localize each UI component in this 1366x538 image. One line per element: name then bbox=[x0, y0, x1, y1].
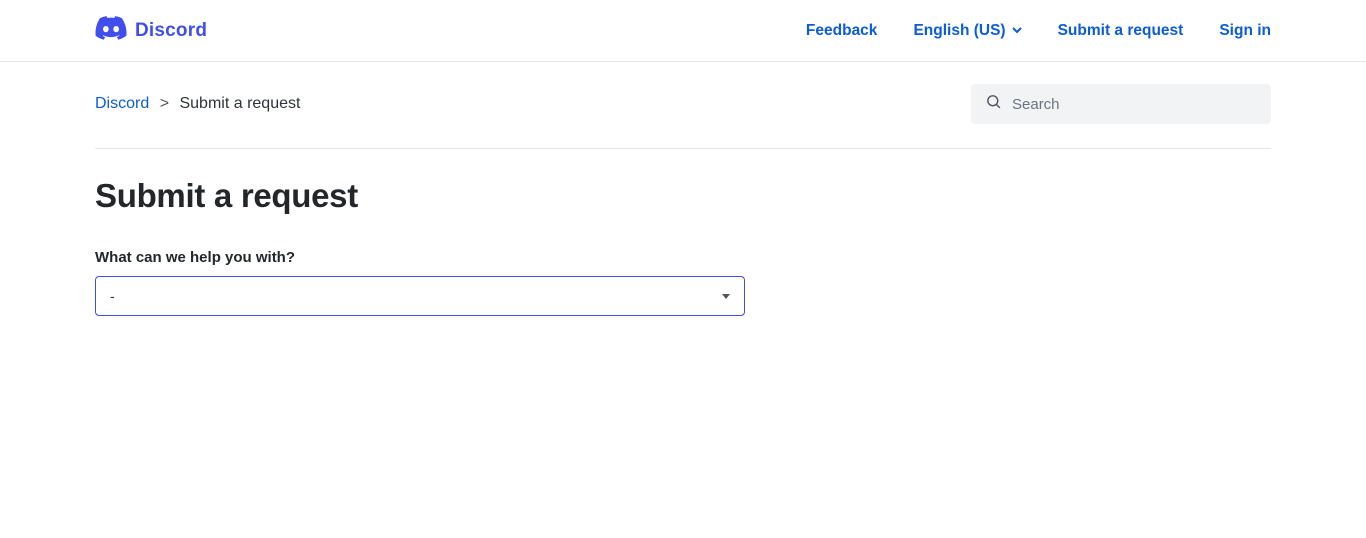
request-form: What can we help you with? - bbox=[95, 249, 745, 316]
nav-language[interactable]: English (US) bbox=[913, 22, 1021, 40]
help-topic-select[interactable]: - bbox=[95, 276, 745, 316]
header: Discord Feedback English (US) Submit a r… bbox=[0, 0, 1366, 62]
caret-down-icon bbox=[722, 294, 730, 299]
breadcrumb-current: Submit a request bbox=[179, 95, 300, 112]
brand-logo[interactable]: Discord bbox=[95, 16, 207, 45]
nav-submit-request[interactable]: Submit a request bbox=[1058, 22, 1184, 40]
brand-name: Discord bbox=[135, 20, 207, 42]
nav-sign-in[interactable]: Sign in bbox=[1219, 22, 1271, 40]
discord-icon bbox=[95, 16, 127, 45]
search-icon bbox=[985, 93, 1002, 115]
subheader: Discord > Submit a request bbox=[95, 62, 1271, 149]
search-box[interactable] bbox=[971, 84, 1271, 124]
breadcrumb: Discord > Submit a request bbox=[95, 95, 300, 113]
page-container: Discord Feedback English (US) Submit a r… bbox=[0, 0, 1366, 316]
search-input[interactable] bbox=[1012, 96, 1257, 113]
breadcrumb-separator: > bbox=[160, 95, 169, 112]
content: Discord > Submit a request Submit a requ… bbox=[0, 62, 1366, 316]
nav-feedback[interactable]: Feedback bbox=[806, 22, 878, 40]
nav-language-label: English (US) bbox=[913, 22, 1005, 40]
chevron-down-icon bbox=[1012, 22, 1022, 40]
top-nav: Feedback English (US) Submit a request S… bbox=[806, 22, 1271, 40]
help-topic-select-value: - bbox=[110, 288, 115, 304]
page-title: Submit a request bbox=[95, 177, 1271, 215]
help-question-label: What can we help you with? bbox=[95, 249, 745, 266]
breadcrumb-root[interactable]: Discord bbox=[95, 95, 149, 112]
